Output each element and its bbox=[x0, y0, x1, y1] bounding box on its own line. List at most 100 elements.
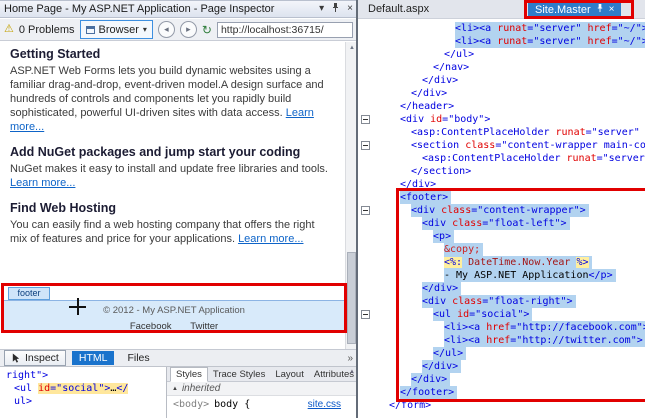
code-line[interactable]: </div> bbox=[358, 360, 645, 373]
code-line[interactable]: <li><a href="http://twitter.com"> bbox=[358, 334, 645, 347]
scrollbar-thumb[interactable] bbox=[347, 252, 356, 344]
dom-line[interactable]: ul> bbox=[0, 395, 166, 408]
code-line[interactable]: - My ASP.NET Application</p> bbox=[358, 269, 645, 282]
editor-code: <li><a runat="server" href="~/"><li><a r… bbox=[358, 22, 645, 412]
styles-tabbar: Styles Trace Styles Layout Attributes bbox=[167, 367, 357, 382]
dom-line[interactable]: <ul id="social">…</ bbox=[0, 382, 166, 395]
window-menu-caret-icon[interactable]: ▾ bbox=[319, 4, 324, 14]
tab-label: Site.Master bbox=[535, 4, 591, 16]
inspect-button[interactable]: Inspect bbox=[4, 350, 66, 366]
code-line[interactable]: </div> bbox=[358, 87, 645, 100]
tool-window-title: Home Page - My ASP.NET Application - Pag… bbox=[4, 3, 312, 15]
code-line[interactable]: &copy; bbox=[358, 243, 645, 256]
tab-default-aspx[interactable]: Default.aspx bbox=[360, 2, 437, 19]
toolbar-overflow-icon[interactable]: » bbox=[347, 353, 353, 364]
code-line[interactable]: <ul id="social"> bbox=[358, 308, 645, 321]
footer-copyright-text: © 2012 - My ASP.NET Application bbox=[4, 305, 344, 316]
code-line[interactable]: </footer> bbox=[358, 386, 645, 399]
close-icon[interactable]: × bbox=[347, 4, 353, 14]
inspect-crosshair-cursor bbox=[69, 298, 86, 315]
tab-html[interactable]: HTML bbox=[72, 351, 115, 365]
section-heading: Find Web Hosting bbox=[10, 201, 331, 215]
inspect-label: Inspect bbox=[25, 352, 59, 364]
code-line[interactable]: <div id="body"> bbox=[358, 113, 645, 126]
section-heading: Add NuGet packages and jump start your c… bbox=[10, 145, 331, 159]
section-paragraph: You can easily find a web hosting compan… bbox=[10, 218, 331, 246]
twitter-link[interactable]: Twitter bbox=[190, 321, 218, 332]
forward-button[interactable]: ▸ bbox=[180, 21, 197, 38]
code-line[interactable]: </div> bbox=[358, 282, 645, 295]
pin-icon[interactable] bbox=[331, 3, 340, 16]
rule-context: <body> bbox=[173, 399, 209, 410]
styles-pane: Styles Trace Styles Layout Attributes ▲ … bbox=[167, 367, 357, 418]
source-editor-panel: Default.aspx Site.Master × <li><a runat=… bbox=[358, 0, 645, 418]
code-line[interactable]: <div class="float-left"> bbox=[358, 217, 645, 230]
inspect-toolbar: Inspect HTML Files » bbox=[0, 349, 357, 366]
dom-line[interactable]: right"> bbox=[0, 369, 166, 382]
code-line[interactable]: <%: DateTime.Now.Year %> bbox=[358, 256, 645, 269]
element-tag-badge: footer bbox=[8, 287, 50, 300]
code-line[interactable]: </form> bbox=[358, 399, 645, 412]
code-line[interactable]: <div class="float-right"> bbox=[358, 295, 645, 308]
code-line[interactable]: </div> bbox=[358, 178, 645, 191]
collapse-triangle-icon[interactable]: ▲ bbox=[172, 386, 178, 392]
code-line[interactable]: </ul> bbox=[358, 347, 645, 360]
inspect-cursor-icon bbox=[11, 353, 21, 364]
fold-collapse-icon[interactable] bbox=[361, 115, 370, 124]
code-line[interactable]: <section class="content-wrapper main-con… bbox=[358, 139, 645, 152]
code-line[interactable]: <asp:ContentPlaceHolder runat="server" I… bbox=[358, 126, 645, 139]
close-icon[interactable]: × bbox=[609, 5, 615, 15]
stylesheet-link[interactable]: site.css bbox=[308, 399, 341, 410]
fold-collapse-icon[interactable] bbox=[361, 141, 370, 150]
learn-more-link[interactable]: Learn more... bbox=[238, 233, 303, 245]
section-paragraph: NuGet makes it easy to install and updat… bbox=[10, 162, 331, 190]
section-text: ASP.NET Web Forms lets you build dynamic… bbox=[10, 65, 324, 119]
code-line[interactable]: <li><a href="http://facebook.com"> bbox=[358, 321, 645, 334]
tool-window-titlebar[interactable]: Home Page - My ASP.NET Application - Pag… bbox=[0, 0, 357, 18]
facebook-link[interactable]: Facebook bbox=[130, 321, 172, 332]
browser-label: Browser bbox=[99, 24, 139, 36]
tab-trace-styles[interactable]: Trace Styles bbox=[208, 368, 270, 381]
code-line[interactable]: </header> bbox=[358, 100, 645, 113]
section-heading: Getting Started bbox=[10, 47, 331, 61]
code-line[interactable]: </div> bbox=[358, 373, 645, 386]
code-line[interactable]: <li><a runat="server" href="~/"> bbox=[358, 35, 645, 48]
code-line[interactable]: <footer> bbox=[358, 191, 645, 204]
back-button[interactable]: ◂ bbox=[158, 21, 175, 38]
footer-inspection-highlight-box: footer © 2012 - My ASP.NET Application F… bbox=[1, 283, 347, 333]
bottom-panes: right"><ul id="social">…</ul> Styles Tra… bbox=[0, 366, 357, 418]
css-rule-row[interactable]: <body> body { site.css bbox=[167, 396, 357, 412]
browser-dropdown-button[interactable]: Browser ▾ bbox=[80, 20, 153, 39]
code-editor[interactable]: <li><a runat="server" href="~/"><li><a r… bbox=[358, 19, 645, 418]
highlighted-footer-element[interactable]: © 2012 - My ASP.NET Application Facebook… bbox=[4, 300, 344, 330]
refresh-icon[interactable]: ↻ bbox=[202, 23, 212, 37]
code-line[interactable]: <div class="content-wrapper"> bbox=[358, 204, 645, 217]
tab-files[interactable]: Files bbox=[120, 351, 156, 365]
inherited-group-row[interactable]: ▲ inherited bbox=[167, 382, 357, 396]
code-line[interactable]: <p> bbox=[358, 230, 645, 243]
pin-icon[interactable] bbox=[596, 4, 604, 16]
tab-site-master[interactable]: Site.Master × bbox=[528, 0, 621, 19]
rule-selector: body { bbox=[214, 399, 250, 410]
code-line[interactable]: </nav> bbox=[358, 61, 645, 74]
code-line[interactable]: </ul> bbox=[358, 48, 645, 61]
code-line[interactable]: <li><a runat="server" href="~/"> bbox=[358, 22, 645, 35]
rendered-page-view: Getting Started ASP.NET Web Forms lets y… bbox=[0, 42, 357, 349]
scroll-up-icon[interactable]: ▲ bbox=[349, 369, 355, 375]
fold-collapse-icon[interactable] bbox=[361, 310, 370, 319]
browser-window-icon bbox=[86, 26, 95, 34]
fold-collapse-icon[interactable] bbox=[361, 206, 370, 215]
tab-layout[interactable]: Layout bbox=[270, 368, 309, 381]
code-line[interactable]: <asp:ContentPlaceHolder runat="server" I… bbox=[358, 152, 645, 165]
page-inspector-window: Home Page - My ASP.NET Application - Pag… bbox=[0, 0, 645, 418]
code-line[interactable]: </div> bbox=[358, 74, 645, 87]
problems-count[interactable]: 0 Problems bbox=[19, 24, 75, 36]
footer-social-links: Facebook Twitter bbox=[4, 321, 344, 332]
url-input[interactable] bbox=[217, 22, 353, 38]
learn-more-link[interactable]: Learn more... bbox=[10, 177, 75, 189]
section-text: NuGet makes it easy to install and updat… bbox=[10, 163, 328, 175]
tab-styles[interactable]: Styles bbox=[170, 367, 208, 382]
code-line[interactable]: </section> bbox=[358, 165, 645, 178]
section-paragraph: ASP.NET Web Forms lets you build dynamic… bbox=[10, 64, 331, 134]
inherited-label: inherited bbox=[182, 383, 220, 394]
